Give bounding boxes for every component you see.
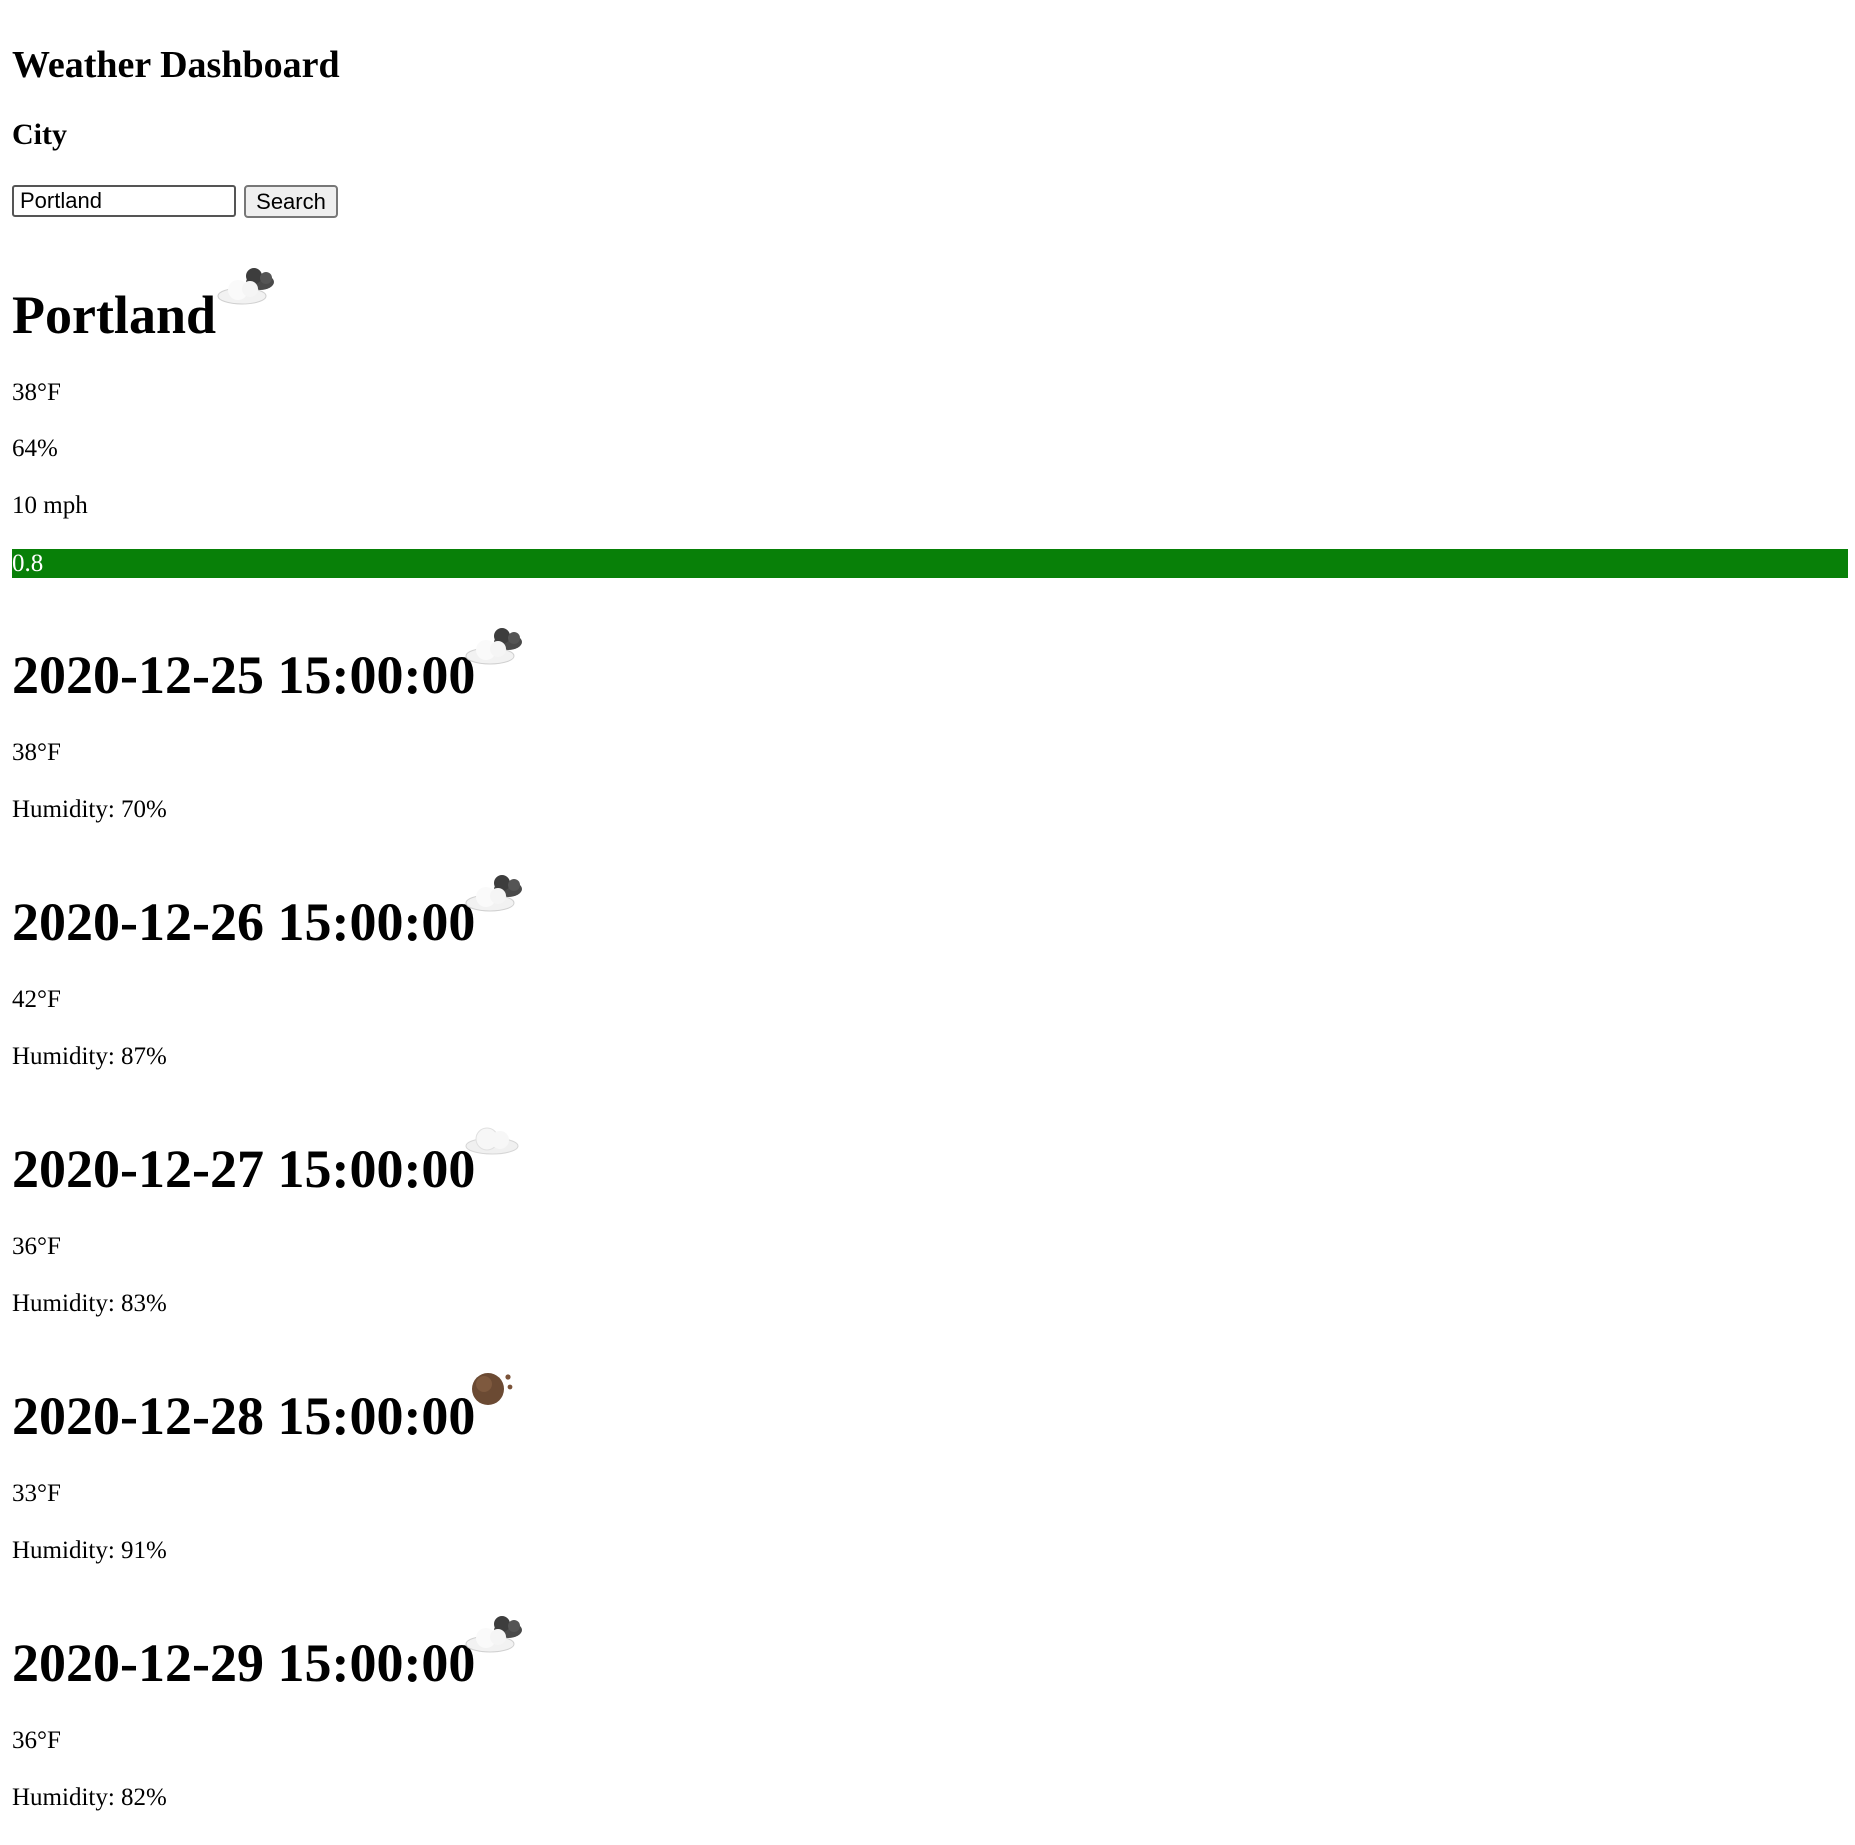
forecast-temperature: 42°F xyxy=(12,986,61,1013)
forecast-item-heading: 2020-12-29 15:00:00 xyxy=(12,1631,475,1695)
forecast-date: 2020-12-27 15:00:00 xyxy=(12,1139,476,1199)
forecast-temperature: 38°F xyxy=(12,739,61,766)
current-city-name: Portland xyxy=(12,285,217,345)
forecast-date: 2020-12-26 15:00:00 xyxy=(12,892,476,952)
cloud-icon xyxy=(465,1127,519,1155)
current-temperature: 38°F xyxy=(12,379,61,406)
forecast-item-heading: 2020-12-27 15:00:00 xyxy=(12,1137,475,1201)
progress-fill xyxy=(12,549,1481,578)
forecast-item-heading: 2020-12-25 15:00:00 xyxy=(12,643,475,707)
city-input[interactable] xyxy=(12,185,236,217)
forecast-date: 2020-12-29 15:00:00 xyxy=(12,1633,476,1693)
forecast-temperature: 36°F xyxy=(12,1727,61,1754)
forecast-humidity: Humidity: 70% xyxy=(12,796,167,823)
search-button[interactable]: Search xyxy=(244,185,338,218)
current-humidity: 64% xyxy=(12,435,58,462)
app-title: Weather Dashboard xyxy=(12,44,340,86)
forecast-date: 2020-12-28 15:00:00 xyxy=(12,1386,476,1446)
forecast-item-heading: 2020-12-28 15:00:00 xyxy=(12,1384,475,1448)
forecast-item-heading: 2020-12-26 15:00:00 xyxy=(12,890,475,954)
current-weather-heading: Portland xyxy=(12,283,216,347)
progress-value-label: 0.8 xyxy=(12,550,44,577)
current-progress-bar: 0.8 xyxy=(12,549,1848,578)
partly-cloudy-icon xyxy=(465,875,522,912)
partly-cloudy-icon xyxy=(465,628,522,665)
forecast-date: 2020-12-25 15:00:00 xyxy=(12,645,476,705)
partly-cloudy-icon xyxy=(465,1616,522,1653)
current-wind-speed: 10 mph xyxy=(12,492,88,519)
partly-cloudy-icon xyxy=(217,268,274,305)
forecast-temperature: 33°F xyxy=(12,1480,61,1507)
city-label: City xyxy=(12,118,67,151)
forecast-humidity: Humidity: 91% xyxy=(12,1537,167,1564)
forecast-humidity: Humidity: 82% xyxy=(12,1784,167,1811)
rain-drop-icon xyxy=(472,1373,513,1405)
forecast-temperature: 36°F xyxy=(12,1233,61,1260)
forecast-humidity: Humidity: 87% xyxy=(12,1043,167,1070)
forecast-humidity: Humidity: 83% xyxy=(12,1290,167,1317)
